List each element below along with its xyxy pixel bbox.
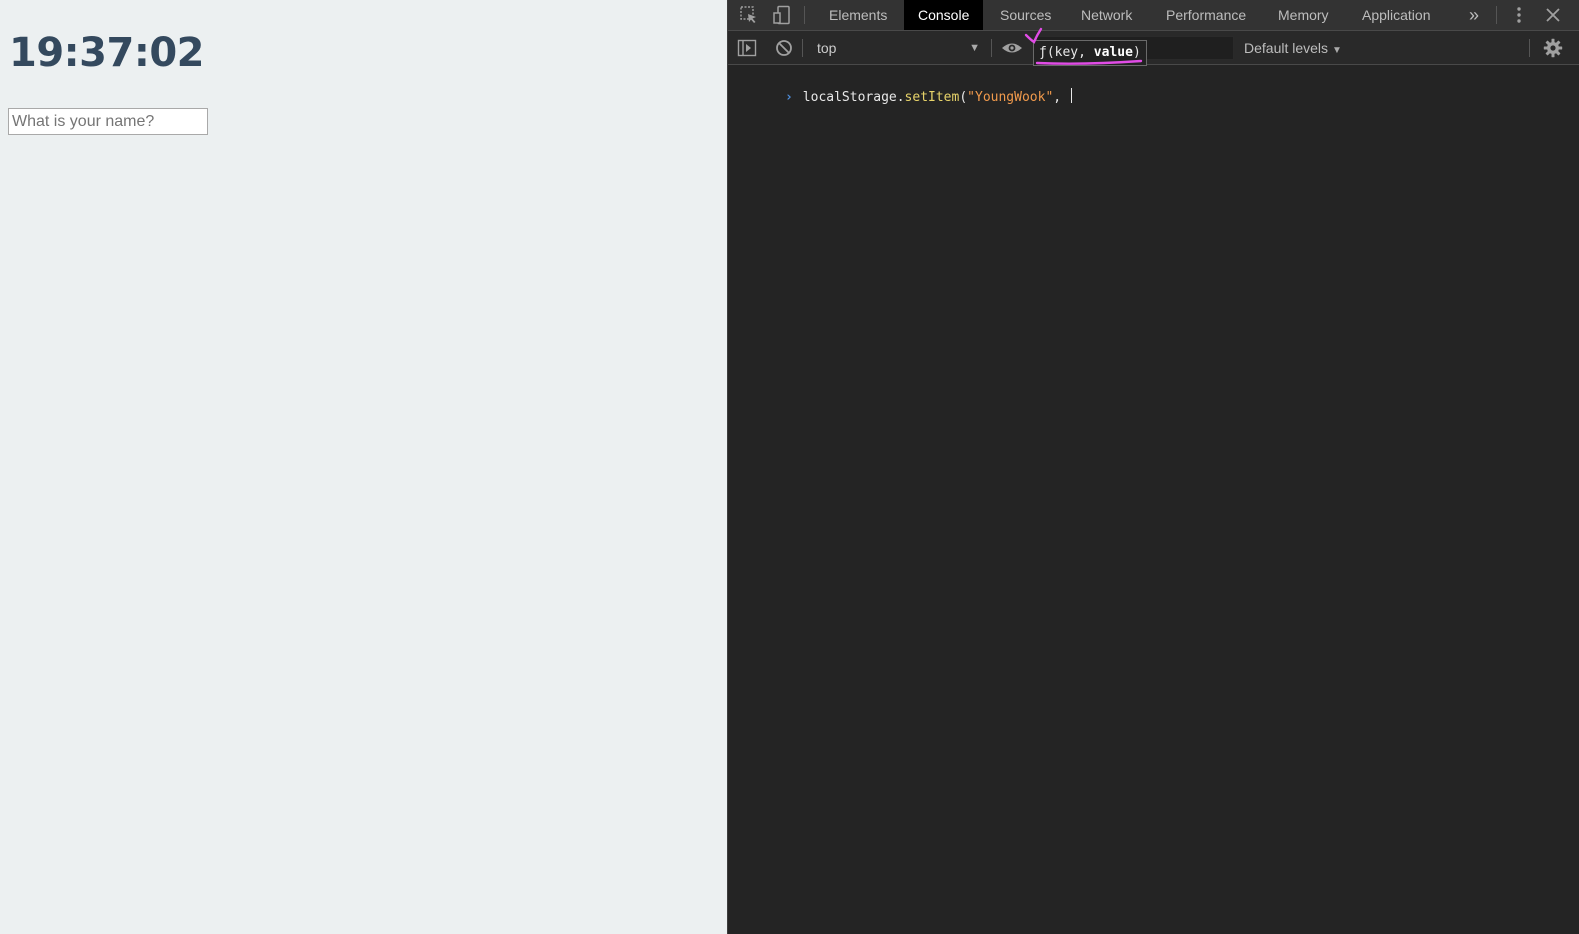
code-paren: ( <box>959 90 968 105</box>
kebab-menu-icon[interactable] <box>1507 3 1531 27</box>
toolbar-separator <box>802 39 803 57</box>
console-toolbar: top ▼ Default levels ▼ <box>728 31 1579 65</box>
dropdown-caret-icon: ▼ <box>969 42 980 54</box>
tab-console[interactable]: Console <box>904 0 984 30</box>
tab-elements[interactable]: Elements <box>815 0 901 30</box>
prompt-chevron-icon: › <box>784 90 793 105</box>
eye-icon[interactable] <box>1000 36 1024 60</box>
tab-performance[interactable]: Performance <box>1152 0 1260 30</box>
web-page: 19:37:02 <box>0 0 727 934</box>
console-prompt-line[interactable]: › localStorage.setItem("YoungWook", <box>738 70 1072 105</box>
context-value: top <box>817 40 837 56</box>
code-rest: , <box>1053 90 1069 105</box>
settings-gear-icon[interactable] <box>1541 36 1565 60</box>
console-output[interactable]: › localStorage.setItem("YoungWook", <box>728 66 1579 934</box>
dropdown-caret-icon: ▼ <box>1332 45 1342 56</box>
more-tabs-button[interactable]: » <box>1455 0 1493 30</box>
code-method: setItem <box>904 90 960 105</box>
annotation-marks <box>1024 27 1143 65</box>
text-cursor <box>1070 88 1072 103</box>
code-object: localStorage. <box>802 90 905 105</box>
toolbar-separator <box>991 39 992 57</box>
device-toggle-icon[interactable] <box>770 3 794 27</box>
close-icon[interactable] <box>1541 3 1565 27</box>
tab-sources[interactable]: Sources <box>986 0 1065 30</box>
tabbar-separator <box>804 6 805 24</box>
log-levels-dropdown[interactable]: Default levels ▼ <box>1244 36 1342 60</box>
context-selector[interactable]: top ▼ <box>808 36 982 60</box>
toolbar-separator <box>1529 39 1530 57</box>
name-input[interactable] <box>8 108 208 135</box>
sidebar-toggle-icon[interactable] <box>735 36 759 60</box>
clear-console-icon[interactable] <box>772 36 796 60</box>
tabbar-separator <box>1496 6 1497 24</box>
inspect-icon[interactable] <box>737 3 761 27</box>
tab-memory[interactable]: Memory <box>1264 0 1343 30</box>
clock: 19:37:02 <box>9 30 204 76</box>
tab-network[interactable]: Network <box>1067 0 1146 30</box>
code-string: "YoungWook" <box>967 90 1054 105</box>
devtools-tabbar: Elements Console Sources Network Perform… <box>728 0 1579 31</box>
log-levels-label: Default levels <box>1244 40 1329 56</box>
devtools-panel: Elements Console Sources Network Perform… <box>727 0 1579 934</box>
tab-application[interactable]: Application <box>1348 0 1445 30</box>
